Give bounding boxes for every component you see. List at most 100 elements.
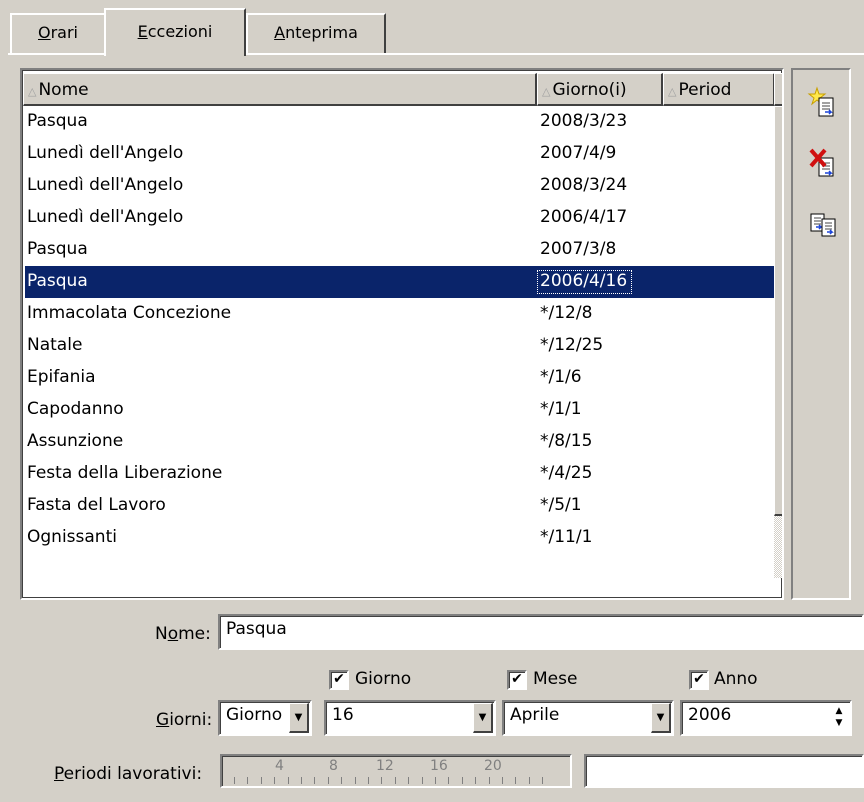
ruler-tick	[327, 777, 329, 784]
giorni-label-accel: G	[156, 710, 170, 730]
list-item-giorno: */12/8	[540, 303, 593, 323]
nome-field-value: Pasqua	[226, 619, 287, 639]
column-header-period[interactable]: △ Period	[663, 73, 775, 106]
exceptions-list[interactable]: △ Nome △ Giorno(i) △ Period Pasqua 2008/3/23…	[20, 68, 784, 600]
ruler-number: 16	[430, 758, 448, 774]
nome-field[interactable]: Pasqua	[218, 614, 864, 650]
list-item[interactable]: Pasqua 2008/3/23	[25, 106, 774, 138]
list-item-nome: Natale	[27, 335, 83, 355]
giorni-type-dropdown-button[interactable]: ▼	[289, 703, 309, 733]
list-item-giorno: 2008/3/23	[540, 111, 628, 131]
list-item[interactable]: Epifania */1/6	[25, 362, 774, 394]
ruler-tick	[247, 777, 249, 784]
mese-dropdown-button[interactable]: ▼	[651, 703, 671, 733]
ruler-tick	[394, 777, 396, 784]
spinner-down-icon[interactable]: ▼	[832, 717, 846, 729]
ruler-tick	[341, 777, 343, 784]
ruler-tick	[381, 777, 383, 784]
mese-select[interactable]: Aprile ▼	[502, 700, 674, 736]
tab-anteprima-accel: A	[274, 23, 286, 42]
ruler-number: 20	[484, 758, 502, 774]
new-item-icon	[807, 86, 834, 117]
ruler-tick	[488, 777, 490, 784]
duplicate-item-icon	[810, 213, 836, 237]
ruler-tick	[502, 777, 503, 784]
list-item-nome: Fasta del Lavoro	[27, 495, 166, 515]
anno-checkbox[interactable]: ✔	[689, 670, 709, 690]
tab-anteprima-label: nteprima	[285, 23, 358, 42]
ruler-tick	[314, 777, 316, 784]
periodi-label-accel: P	[54, 764, 64, 784]
ruler-tick	[421, 777, 423, 784]
mese-checkbox[interactable]: ✔	[507, 670, 527, 690]
list-item[interactable]: Capodanno */1/1	[25, 394, 774, 426]
scroll-up-button[interactable]: ▲	[774, 73, 783, 106]
duplicate-item-button[interactable]	[805, 204, 841, 244]
list-item-giorno: 2006/4/17	[540, 207, 628, 227]
list-item-giorno: */4/25	[540, 463, 593, 483]
nome-label-pre: N	[155, 624, 168, 644]
new-item-button[interactable]	[805, 82, 841, 122]
spinner-up-icon[interactable]: ▲	[832, 705, 846, 717]
list-item-nome: Ognissanti	[27, 527, 117, 547]
chevron-down-icon: ▼	[294, 712, 303, 723]
column-header-nome[interactable]: △ Nome	[23, 73, 537, 106]
list-item[interactable]: Fasta del Lavoro */5/1	[25, 490, 774, 522]
list-item-giorno: */12/25	[540, 335, 604, 355]
delete-item-button[interactable]	[805, 144, 841, 184]
vertical-scroll-thumb[interactable]	[774, 106, 782, 516]
arrow-up-icon: ▲	[782, 82, 783, 96]
column-header-giorno[interactable]: △ Giorno(i)	[537, 73, 663, 106]
giorno-select[interactable]: 16 ▼	[324, 700, 496, 736]
list-item-nome: Immacolata Concezione	[27, 303, 232, 323]
tab-orari[interactable]: Orari	[10, 13, 106, 53]
giorno-checkbox[interactable]: ✔	[329, 670, 349, 690]
anno-spinner-value: 2006	[688, 705, 732, 725]
list-item[interactable]: Festa della Liberazione */4/25	[25, 458, 774, 490]
list-item-nome: Pasqua	[27, 271, 88, 291]
list-item[interactable]: Natale */12/25	[25, 330, 774, 362]
tab-eccezioni-accel: E	[137, 22, 148, 41]
action-toolbar	[791, 68, 851, 600]
anno-spinner[interactable]: 2006 ▲ ▼	[680, 700, 852, 736]
list-item[interactable]: Lunedì dell'Angelo 2007/4/9	[25, 138, 774, 170]
vertical-scroll-track[interactable]	[774, 106, 782, 578]
list-item-nome: Capodanno	[27, 399, 124, 419]
anno-spinner-buttons[interactable]: ▲ ▼	[832, 705, 846, 731]
list-item-nome: Epifania	[27, 367, 96, 387]
list-item-nome: Pasqua	[27, 239, 88, 259]
ruler-tick	[368, 777, 369, 784]
tab-eccezioni[interactable]: Eccezioni	[104, 8, 246, 56]
list-item[interactable]: Lunedì dell'Angelo 2008/3/24	[25, 170, 774, 202]
periodi-label: Periodi lavorativi:	[54, 764, 202, 784]
mese-select-value: Aprile	[510, 705, 560, 725]
delete-item-icon	[809, 148, 834, 177]
list-item[interactable]: Pasqua 2007/3/8	[25, 234, 774, 266]
periodi-field[interactable]	[584, 754, 864, 788]
giorno-dropdown-button[interactable]: ▼	[473, 703, 493, 733]
ruler-tick	[301, 777, 302, 784]
list-item[interactable]: Assunzione */8/15	[25, 426, 774, 458]
anno-checkbox-label: Anno	[714, 669, 758, 689]
list-item[interactable]: Lunedì dell'Angelo 2006/4/17	[25, 202, 774, 234]
sort-arrow-icon: △	[28, 85, 37, 98]
list-item-nome: Assunzione	[27, 431, 124, 451]
list-item-nome: Pasqua	[27, 111, 88, 131]
giorni-label: Giorni:	[156, 710, 212, 730]
ruler-tick	[448, 777, 450, 784]
ruler-tick	[234, 777, 235, 784]
list-item-giorno: 2007/4/9	[540, 143, 617, 163]
giorni-type-select[interactable]: Giorno ▼	[218, 700, 312, 736]
chevron-down-icon: ▼	[478, 712, 487, 723]
ruler-tick	[515, 777, 517, 784]
ruler-number: 8	[329, 758, 338, 774]
periodi-ruler[interactable]: 4 8 12 16 20	[220, 754, 572, 788]
tab-orari-accel: O	[38, 23, 51, 42]
giorno-select-value: 16	[332, 705, 354, 725]
list-item[interactable]: Pasqua 2006/4/16	[25, 266, 774, 298]
list-item[interactable]: Ognissanti */11/1	[25, 522, 774, 554]
list-item[interactable]: Immacolata Concezione */12/8	[25, 298, 774, 330]
tab-anteprima[interactable]: Anteprima	[246, 13, 386, 53]
nome-label: Nome:	[155, 624, 211, 644]
giorno-checkbox-label: Giorno	[355, 669, 412, 689]
